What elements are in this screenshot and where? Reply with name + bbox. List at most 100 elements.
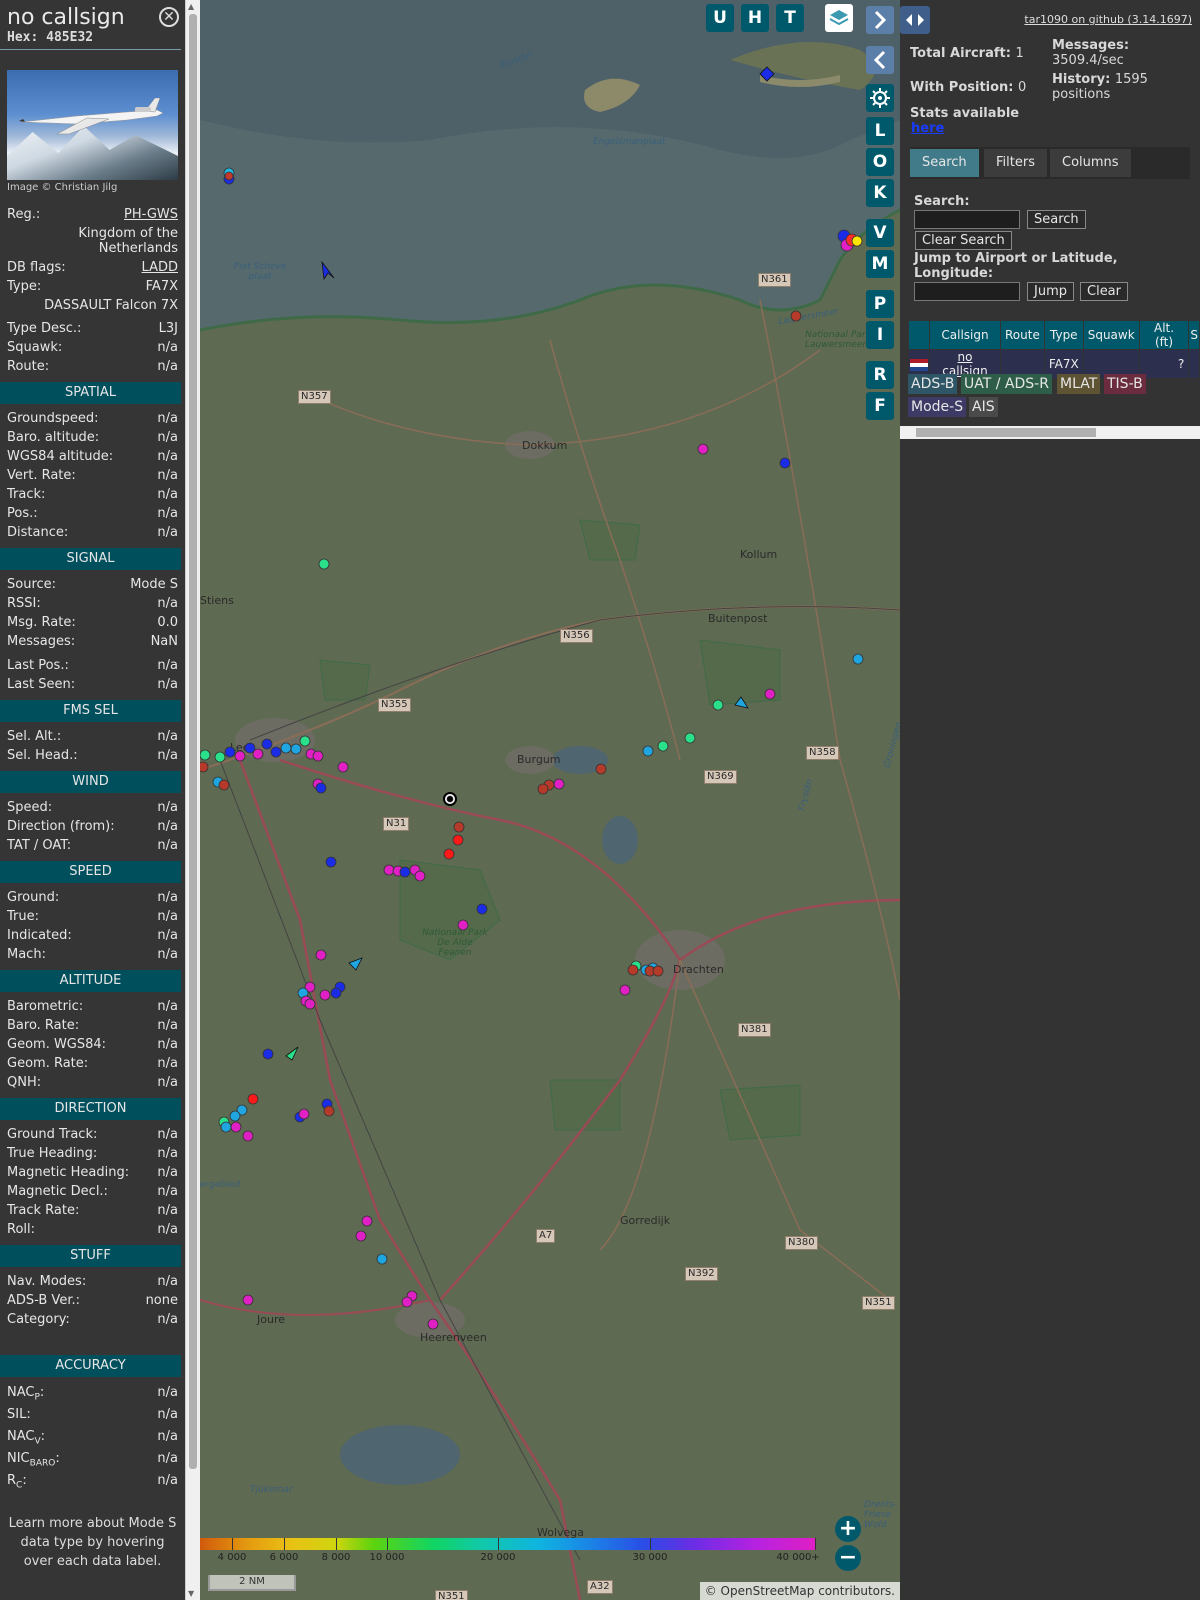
info-row-label[interactable]: Sel. Head.: xyxy=(7,746,78,765)
photo-credit: Image © Christian Jilg xyxy=(7,182,118,193)
map-button-p[interactable]: P xyxy=(866,290,894,318)
source-badge-modes: Mode-S xyxy=(908,397,967,417)
info-row-label[interactable]: Track Rate: xyxy=(7,1201,79,1220)
tab-columns[interactable]: Columns xyxy=(1050,149,1131,177)
map-button-i[interactable]: I xyxy=(866,321,894,349)
info-row-label[interactable]: NICBARO: xyxy=(7,1448,60,1470)
zoom-out-button[interactable]: − xyxy=(835,1545,861,1571)
info-row-label[interactable]: Barometric: xyxy=(7,997,83,1016)
map-button-k[interactable]: K xyxy=(866,179,894,207)
info-row-label[interactable]: Roll: xyxy=(7,1220,35,1239)
column-header-route[interactable]: Route xyxy=(1001,321,1044,349)
map-button-m[interactable]: M xyxy=(866,250,894,278)
info-row-label[interactable]: Msg. Rate: xyxy=(7,613,76,632)
info-row-label[interactable]: TAT / OAT: xyxy=(7,836,71,855)
info-row-label[interactable]: Direction (from): xyxy=(7,817,115,836)
column-header-flag[interactable] xyxy=(909,321,929,349)
zoom-in-button[interactable]: + xyxy=(835,1516,861,1542)
map-view[interactable]: Dokkum Kollum Buitenpost Stiens Burgum D… xyxy=(200,0,900,1600)
dbflags-link[interactable]: LADD xyxy=(142,258,178,277)
info-row-label[interactable]: RSSI: xyxy=(7,594,41,613)
info-row-label[interactable]: Baro. altitude: xyxy=(7,428,99,447)
search-button[interactable]: Search xyxy=(1027,210,1086,229)
aircraft-markers[interactable] xyxy=(200,0,900,1600)
info-row: Sel. Head.: n/a xyxy=(0,746,185,765)
column-header-callsign[interactable]: Callsign xyxy=(930,321,1000,349)
map-attribution[interactable]: © OpenStreetMap contributors. xyxy=(699,1582,900,1600)
info-row: Geom. WGS84: n/a xyxy=(0,1035,185,1054)
info-row-label[interactable]: Baro. Rate: xyxy=(7,1016,79,1035)
info-row-label[interactable]: Source: xyxy=(7,575,56,594)
stats-link[interactable]: here xyxy=(911,121,944,136)
column-header-s[interactable]: S xyxy=(1189,321,1199,349)
github-link[interactable]: tar1090 on github (3.14.1697) xyxy=(1024,13,1192,26)
info-row-label[interactable]: NACV: xyxy=(7,1426,45,1448)
info-row-label[interactable]: Track: xyxy=(7,485,45,504)
info-row-label[interactable]: Magnetic Heading: xyxy=(7,1163,129,1182)
accuracy-rows: NACP: n/a SIL: n/a NACV: n/a NICBARO: n/a RC: n/a xyxy=(0,1382,185,1492)
clear-button[interactable]: Clear xyxy=(1080,282,1128,301)
info-row-label[interactable]: RC: xyxy=(7,1470,27,1492)
map-button-u[interactable]: U xyxy=(706,4,734,32)
info-row-label[interactable]: Geom. Rate: xyxy=(7,1054,88,1073)
chevron-right-icon[interactable] xyxy=(866,6,894,34)
map-button-r[interactable]: R xyxy=(866,361,894,389)
direction-rows: Ground Track: n/a True Heading: n/a Magnetic… xyxy=(0,1125,185,1239)
column-header-type[interactable]: Type xyxy=(1044,321,1083,349)
gear-icon[interactable] xyxy=(866,84,894,112)
table-horizontal-scrollbar[interactable] xyxy=(900,426,1200,439)
info-row-label[interactable]: ADS-B Ver.: xyxy=(7,1291,80,1310)
info-row-label[interactable]: NACP: xyxy=(7,1382,44,1404)
map-button-o[interactable]: O xyxy=(866,148,894,176)
expand-collapse-icon[interactable] xyxy=(900,6,930,34)
info-row: Vert. Rate: n/a xyxy=(0,466,185,485)
info-row-label[interactable]: Nav. Modes: xyxy=(7,1272,86,1291)
aircraft-photo[interactable] xyxy=(7,70,178,180)
info-row-label[interactable]: Groundspeed: xyxy=(7,409,98,428)
map-button-v[interactable]: V xyxy=(866,219,894,247)
info-row-label[interactable]: True: xyxy=(7,907,39,926)
section-spatial: SPATIAL xyxy=(0,382,181,404)
info-row-label[interactable]: Pos.: xyxy=(7,504,38,523)
info-row-label[interactable]: Last Seen: xyxy=(7,675,75,694)
info-row-label[interactable]: Magnetic Decl.: xyxy=(7,1182,108,1201)
info-row-label[interactable]: Mach: xyxy=(7,945,46,964)
jump-button[interactable]: Jump xyxy=(1027,282,1074,301)
jet-photo-icon xyxy=(19,98,164,135)
map-button-f[interactable]: F xyxy=(866,392,894,420)
registration-link[interactable]: PH-GWS xyxy=(124,205,178,224)
close-icon[interactable]: ✕ xyxy=(159,7,179,27)
info-row-label[interactable]: True Heading: xyxy=(7,1144,97,1163)
map-button-t[interactable]: T xyxy=(776,4,804,32)
info-row-label[interactable]: WGS84 altitude: xyxy=(7,447,113,466)
info-row-label[interactable]: Category: xyxy=(7,1310,70,1329)
map-button-l[interactable]: L xyxy=(866,117,894,145)
info-row-label[interactable]: Distance: xyxy=(7,523,68,542)
info-row-label[interactable]: Indicated: xyxy=(7,926,72,945)
info-row-dbflags: DB flags: LADD xyxy=(7,258,178,277)
info-row-value: n/a xyxy=(157,411,178,426)
column-header-alt[interactable]: Alt. (ft) xyxy=(1139,321,1189,349)
info-row-label[interactable]: Sel. Alt.: xyxy=(7,727,61,746)
info-row-label[interactable]: Messages: xyxy=(7,632,75,651)
info-row-label[interactable]: Geom. WGS84: xyxy=(7,1035,106,1054)
search-input[interactable] xyxy=(914,210,1020,229)
column-header-squawk[interactable]: Squawk xyxy=(1083,321,1139,349)
map-button-h[interactable]: H xyxy=(741,4,769,32)
jump-input[interactable] xyxy=(914,282,1020,301)
info-row-label[interactable]: QNH: xyxy=(7,1073,41,1092)
info-row-label[interactable]: SIL: xyxy=(7,1404,31,1426)
info-panel-scrollbar[interactable]: ▲ ▼ xyxy=(185,0,200,1600)
info-row-label[interactable]: Last Pos.: xyxy=(7,656,69,675)
info-row-value: n/a xyxy=(157,1037,178,1052)
tab-filters[interactable]: Filters xyxy=(984,149,1047,177)
info-row-label[interactable]: Ground: xyxy=(7,888,59,907)
row-s xyxy=(1189,350,1199,378)
tab-search[interactable]: Search xyxy=(910,149,979,177)
chevron-left-icon[interactable] xyxy=(866,46,894,74)
layers-icon[interactable] xyxy=(825,4,853,32)
info-row-label[interactable]: Ground Track: xyxy=(7,1125,97,1144)
clear-search-button[interactable]: Clear Search xyxy=(915,231,1012,250)
info-row-label[interactable]: Vert. Rate: xyxy=(7,466,76,485)
info-row-label[interactable]: Speed: xyxy=(7,798,52,817)
